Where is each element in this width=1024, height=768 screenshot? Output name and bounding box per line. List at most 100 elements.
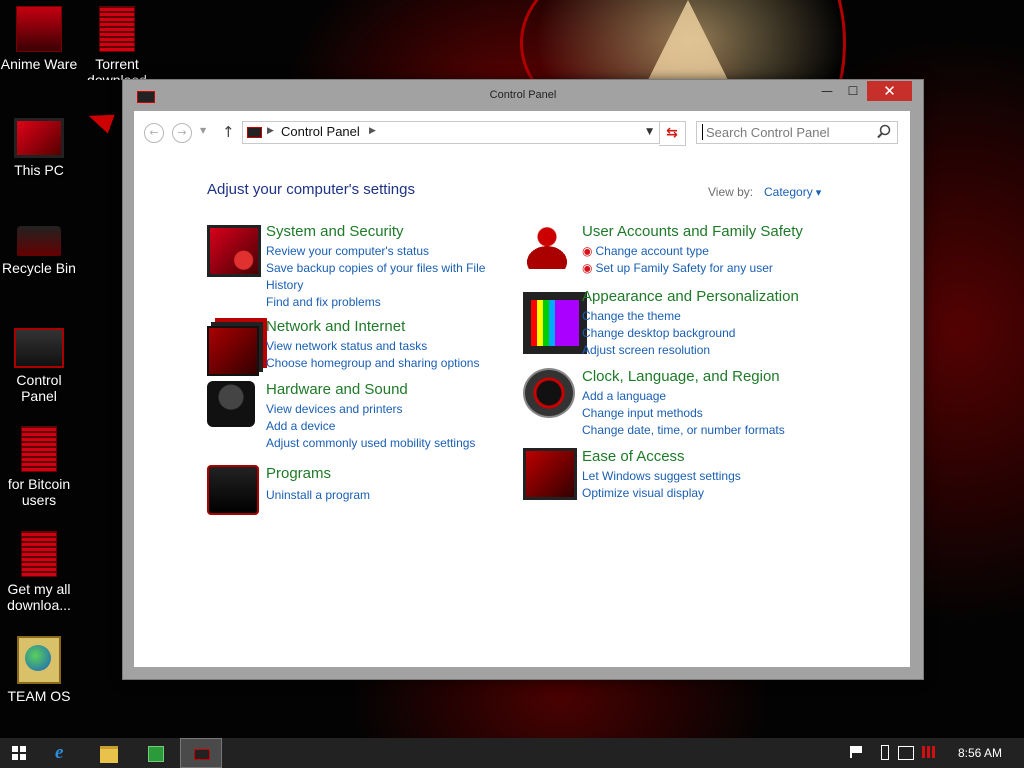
link-network-status[interactable]: View network status and tasks: [266, 338, 506, 355]
breadcrumb-control-panel[interactable]: Control Panel: [281, 124, 360, 139]
desktop-icon-control-panel[interactable]: Control Panel: [0, 322, 78, 404]
start-button[interactable]: [0, 738, 40, 768]
shield-monitor-icon[interactable]: [207, 225, 261, 277]
desktop-icon-this-pc[interactable]: This PC: [0, 112, 78, 178]
search-icon[interactable]: [876, 123, 892, 141]
desktop-icon-label: Anime Ware: [0, 56, 78, 72]
programs-icon[interactable]: [207, 465, 259, 515]
link-desktop-background[interactable]: Change desktop background: [582, 325, 822, 342]
desktop-arrow-icon: [85, 106, 115, 134]
taskbar: e 8:56 AM: [0, 738, 1024, 768]
category-title[interactable]: Appearance and Personalization: [582, 288, 799, 305]
category-programs: Programs Uninstall a program: [207, 465, 527, 515]
hardware-icon[interactable]: [207, 381, 255, 427]
search-box[interactable]: [696, 121, 898, 144]
control-panel-icon: [247, 127, 262, 138]
desktop-icon-torrent[interactable]: Torrent downlaod: [78, 6, 156, 80]
network-icon[interactable]: [898, 746, 914, 760]
link-file-history[interactable]: Save backup copies of your files with Fi…: [266, 260, 506, 294]
category-clock-language: Clock, Language, and Region Add a langua…: [523, 368, 843, 438]
link-uninstall[interactable]: Uninstall a program: [266, 487, 506, 504]
category-title[interactable]: Ease of Access: [582, 448, 685, 465]
category-title[interactable]: Hardware and Sound: [266, 381, 408, 398]
up-button[interactable]: ↑: [222, 123, 235, 141]
link-add-language[interactable]: Add a language: [582, 388, 822, 405]
category-title[interactable]: System and Security: [266, 223, 404, 240]
chevron-down-icon: ▼: [200, 126, 207, 135]
clock-icon[interactable]: [523, 368, 575, 418]
minimize-button[interactable]: —: [813, 81, 841, 101]
maximize-button[interactable]: ☐: [839, 81, 867, 101]
clock[interactable]: 8:56 AM: [940, 746, 1020, 760]
this-pc-icon: [14, 118, 64, 158]
link-find-fix[interactable]: Find and fix problems: [266, 294, 506, 311]
title-bar[interactable]: Control Panel — ☐ ✕: [123, 80, 923, 111]
refresh-button[interactable]: ⇆: [659, 121, 686, 146]
desktop-icon-label: Control Panel: [16, 372, 62, 404]
link-family-safety[interactable]: Set up Family Safety for any user: [582, 260, 822, 277]
category-ease-of-access: Ease of Access Let Windows suggest setti…: [523, 448, 843, 504]
category-title[interactable]: User Accounts and Family Safety: [582, 223, 803, 240]
link-add-device[interactable]: Add a device: [266, 418, 506, 435]
desktop-icon-downloads[interactable]: Get my all downloa...: [0, 531, 78, 613]
link-screen-resolution[interactable]: Adjust screen resolution: [582, 342, 822, 359]
ease-of-access-icon[interactable]: [523, 448, 577, 500]
category-title[interactable]: Clock, Language, and Region: [582, 368, 780, 385]
refresh-icon: ⇆: [666, 125, 678, 141]
link-suggest-settings[interactable]: Let Windows suggest settings: [582, 468, 822, 485]
desktop-icon-bitcoin[interactable]: for Bitcoin users: [0, 426, 78, 508]
link-homegroup[interactable]: Choose homegroup and sharing options: [266, 355, 506, 372]
anime-ware-icon: [16, 6, 62, 52]
search-input[interactable]: [702, 124, 871, 140]
desktop-icon-anime-ware[interactable]: Anime Ware: [0, 6, 78, 72]
desktop-icon-recycle-bin[interactable]: Recycle Bin: [0, 216, 78, 276]
view-by-dropdown[interactable]: Category: [764, 185, 821, 199]
address-dropdown-icon[interactable]: ▼: [646, 127, 653, 137]
store-icon: [148, 746, 164, 762]
desktop-icon-team-os[interactable]: TEAM OS: [0, 636, 78, 704]
desktop-icon-label: Recycle Bin: [2, 260, 76, 276]
category-network-internet: Network and Internet View network status…: [207, 318, 527, 378]
internet-explorer-button[interactable]: e: [42, 738, 82, 768]
control-panel-taskbar-button[interactable]: [180, 738, 222, 768]
link-devices-printers[interactable]: View devices and printers: [266, 401, 506, 418]
link-input-methods[interactable]: Change input methods: [582, 405, 822, 422]
close-button[interactable]: ✕: [867, 81, 912, 101]
signal-icon[interactable]: [922, 746, 938, 758]
control-panel-icon: [14, 328, 64, 368]
breadcrumb-separator-icon[interactable]: ▶: [267, 126, 274, 136]
forward-arrow-icon: →: [177, 126, 187, 139]
category-title[interactable]: Network and Internet: [266, 318, 405, 335]
downloads-file-icon: [21, 531, 57, 577]
link-optimize-display[interactable]: Optimize visual display: [582, 485, 822, 502]
torrent-icon: [99, 6, 135, 52]
link-date-time-formats[interactable]: Change date, time, or number formats: [582, 422, 822, 439]
control-panel-window[interactable]: Control Panel — ☐ ✕ ← → ▼ ↑ ▶ Control Pa…: [122, 79, 924, 680]
recycle-bin-icon: [17, 226, 61, 256]
network-icon[interactable]: [207, 326, 259, 376]
desktop-icon-label: TEAM OS: [7, 688, 71, 704]
link-review-status[interactable]: Review your computer's status: [266, 243, 506, 260]
back-button[interactable]: ←: [144, 123, 164, 143]
recent-locations-button[interactable]: ▼: [200, 126, 206, 135]
link-change-theme[interactable]: Change the theme: [582, 308, 822, 325]
appearance-icon[interactable]: [523, 292, 587, 354]
category-hardware-sound: Hardware and Sound View devices and prin…: [207, 381, 527, 461]
category-title[interactable]: Programs: [266, 465, 331, 482]
flag-icon[interactable]: [850, 746, 864, 758]
desktop-icon-label: This PC: [14, 162, 64, 178]
forward-button[interactable]: →: [172, 123, 192, 143]
link-mobility[interactable]: Adjust commonly used mobility settings: [266, 435, 506, 452]
store-button[interactable]: [134, 738, 174, 768]
user-accounts-icon[interactable]: [523, 223, 571, 269]
link-change-account-type[interactable]: Change account type: [582, 243, 822, 260]
window-content: ← → ▼ ↑ ▶ Control Panel ▶ ▼ ⇆ Adjust you…: [134, 111, 910, 667]
start-icon: [12, 746, 26, 760]
battery-icon[interactable]: [881, 745, 889, 760]
file-explorer-button[interactable]: [89, 738, 129, 768]
category-appearance: Appearance and Personalization Change th…: [523, 288, 843, 358]
desktop-icon-label: Get my all downloa...: [7, 581, 71, 613]
address-bar[interactable]: ▶ Control Panel ▶ ▼: [242, 121, 660, 144]
page-title: Adjust your computer's settings: [207, 181, 415, 198]
breadcrumb-separator-icon[interactable]: ▶: [369, 126, 376, 136]
